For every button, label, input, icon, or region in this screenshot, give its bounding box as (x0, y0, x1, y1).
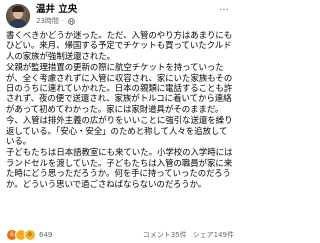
more-options-icon[interactable]: ··· (216, 6, 232, 18)
post-body: 書くべきかどうか迷った。ただ、入管のやり方はあまりにもひどい。来月、帰国する予定… (6, 30, 235, 190)
globe-icon (67, 17, 75, 25)
post-paragraph: 子どもたちは日本語教室にも来ていた。小学校の入学時にはランドセルを渡していた。子… (6, 147, 233, 189)
author-name[interactable]: 温井 立央 (36, 4, 77, 16)
engagement-counts: コメント35件 シェア149件 (143, 230, 234, 240)
avatar[interactable] (6, 4, 30, 28)
reactions-bar: ò · o 649 コメント35件 シェア149件 (6, 229, 234, 241)
post-card: 温井 立央 23時間 · ··· 書くべきかどうか迷った。ただ、入管のやり方はあ… (0, 0, 240, 243)
share-count[interactable]: シェア149件 (193, 230, 234, 240)
reaction-count[interactable]: 649 (39, 231, 52, 239)
post-paragraph: 今、入管は排外主義の広がりをいいことに強引な送還を繰り返している。「安心・安全」… (6, 115, 233, 147)
wow-react-icon: o (24, 229, 36, 241)
post-timestamp[interactable]: 23時間 (36, 16, 59, 26)
post-paragraph: 書くべきかどうか迷った。ただ、入管のやり方はあまりにもひどい。来月、帰国する予定… (6, 30, 233, 61)
reaction-icons[interactable]: ò · o (6, 229, 36, 241)
comment-count[interactable]: コメント35件 (143, 230, 187, 240)
post-paragraph: 父親が監理措置の更新の際に航空チケットを持っていったが、全く考慮されずに入管に収… (6, 62, 233, 114)
post-meta: 23時間 · (36, 16, 75, 26)
post-header: 温井 立央 23時間 · ··· (6, 4, 234, 30)
